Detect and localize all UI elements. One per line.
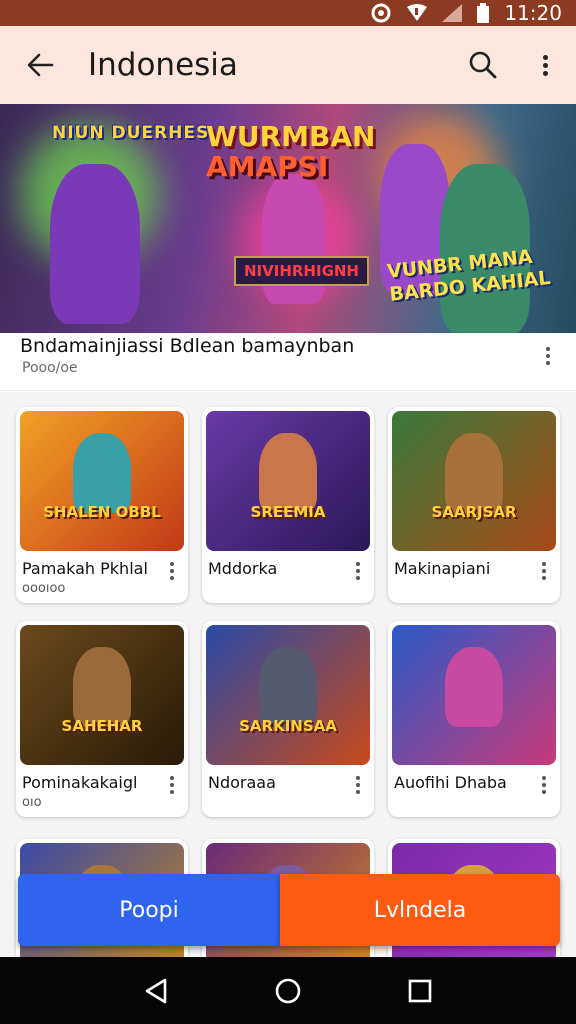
game-card[interactable]: SHALEN OBBL Pamakah Pkhlal oooıoo xyxy=(16,407,188,603)
game-title: Ndoraaa xyxy=(208,773,276,792)
game-title: Pamakah Pkhlal xyxy=(22,559,148,578)
sync-icon xyxy=(370,2,392,24)
signal-icon xyxy=(442,4,463,22)
featured-subtitle: Pooo/oe xyxy=(22,360,78,376)
game-thumbnail xyxy=(392,625,556,765)
nav-home-button[interactable] xyxy=(263,966,313,1016)
hero-figure-left xyxy=(50,164,140,324)
overflow-menu-button[interactable] xyxy=(514,26,576,104)
hero-figure xyxy=(445,433,503,513)
game-logo-text: SAARJSAR xyxy=(431,503,517,521)
game-title: Auofihi Dhaba xyxy=(394,773,507,792)
game-thumbnail: SAHEHAR xyxy=(20,625,184,765)
featured-banner[interactable]: NIUN DUERHES WURMBAN AMAPSI NIVIHRHIGNH … xyxy=(0,104,576,333)
nav-recents-button[interactable] xyxy=(395,966,445,1016)
hero-figure xyxy=(445,647,503,727)
game-card[interactable]: Auofihi Dhaba xyxy=(388,621,560,817)
banner-title: WURMBAN AMAPSI xyxy=(206,120,376,183)
battery-icon xyxy=(476,3,490,23)
hero-figure xyxy=(73,433,131,513)
featured-caption: Bndamainjiassi Bdlean bamaynban Pooo/oe xyxy=(0,333,576,391)
more-vert-icon xyxy=(542,54,548,76)
page-title: Indonesia xyxy=(88,47,238,83)
card-more-icon[interactable] xyxy=(170,562,174,580)
game-logo-text: SAHEHAR xyxy=(61,717,143,735)
game-title: Makinapiani xyxy=(394,559,491,578)
secondary-button[interactable]: Lvlndela xyxy=(280,874,560,946)
game-subtitle: oooıoo xyxy=(22,581,66,596)
card-more-icon[interactable] xyxy=(542,562,546,580)
card-more-icon[interactable] xyxy=(356,562,360,580)
game-title: Mddorka xyxy=(208,559,278,578)
triangle-back-icon xyxy=(145,978,167,1003)
hero-figure xyxy=(73,647,131,727)
banner-plate: NIVIHRHIGNH xyxy=(234,256,369,286)
banner-text-left: NIUN DUERHES xyxy=(52,123,210,143)
arrow-left-icon xyxy=(27,53,54,77)
system-nav-bar xyxy=(0,957,576,1024)
status-bar: 11:20 xyxy=(0,0,576,26)
game-subtitle: oıo xyxy=(22,795,42,810)
game-thumbnail: SREEMIA xyxy=(206,411,370,551)
nav-back-button[interactable] xyxy=(131,966,181,1016)
game-thumbnail: SAARJSAR xyxy=(392,411,556,551)
card-more-icon[interactable] xyxy=(170,776,174,794)
game-logo-text: SREEMIA xyxy=(250,503,326,521)
back-button[interactable] xyxy=(0,26,80,104)
game-card[interactable]: SREEMIA Mddorka xyxy=(202,407,374,603)
card-more-icon[interactable] xyxy=(356,776,360,794)
card-more-icon[interactable] xyxy=(542,776,546,794)
game-grid: SHALEN OBBL Pamakah Pkhlal oooıoo SREEMIA Md… xyxy=(0,392,576,1024)
search-button[interactable] xyxy=(452,26,514,104)
primary-button[interactable]: Poopi xyxy=(18,874,280,946)
game-logo-text: SHALEN OBBL xyxy=(43,503,161,521)
game-card[interactable]: SAHEHAR Pominakakaigl oıo xyxy=(16,621,188,817)
hero-figure xyxy=(259,433,317,513)
wifi-icon xyxy=(406,4,428,22)
game-thumbnail: SARKINSAA xyxy=(206,625,370,765)
featured-title: Bndamainjiassi Bdlean bamaynban xyxy=(20,335,355,357)
game-card[interactable]: SARKINSAA Ndoraaa xyxy=(202,621,374,817)
game-title: Pominakakaigl xyxy=(22,773,138,792)
square-recents-icon xyxy=(408,979,432,1002)
circle-home-icon xyxy=(275,978,301,1003)
game-card[interactable]: SAARJSAR Makinapiani xyxy=(388,407,560,603)
status-time: 11:20 xyxy=(504,1,562,25)
search-icon xyxy=(469,51,497,79)
game-thumbnail: SHALEN OBBL xyxy=(20,411,184,551)
featured-more-icon[interactable] xyxy=(546,347,550,365)
app-bar: Indonesia xyxy=(0,26,576,104)
hero-figure xyxy=(259,647,317,727)
game-logo-text: SARKINSAA xyxy=(239,717,337,735)
